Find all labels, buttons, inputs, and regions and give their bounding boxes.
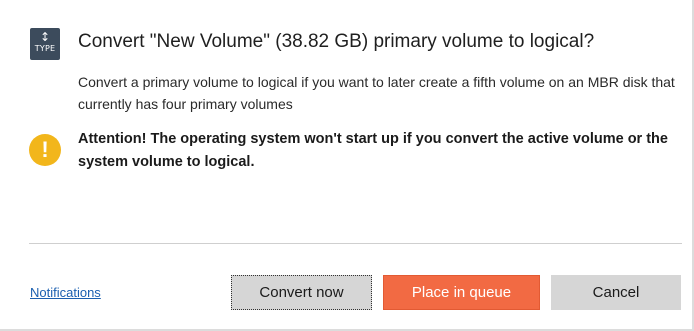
footer-divider <box>29 243 682 244</box>
dialog-description: Convert a primary volume to logical if y… <box>78 74 675 112</box>
notifications-link[interactable]: Notifications <box>30 285 101 300</box>
convert-volume-dialog: ↕ TYPE Convert "New Volume" (38.82 GB) p… <box>0 0 694 331</box>
up-down-arrows-icon: ↕ <box>39 30 51 44</box>
dialog-title: Convert "New Volume" (38.82 GB) primary … <box>78 31 595 52</box>
cancel-button[interactable]: Cancel <box>551 275 681 310</box>
volume-type-icon: ↕ TYPE <box>30 28 60 60</box>
place-in-queue-button[interactable]: Place in queue <box>383 275 540 310</box>
warning-icon: ! <box>29 134 61 166</box>
warning-text: Attention! The operating system won't st… <box>78 131 668 170</box>
convert-now-button[interactable]: Convert now <box>231 275 372 310</box>
type-icon-label: TYPE <box>34 44 56 53</box>
